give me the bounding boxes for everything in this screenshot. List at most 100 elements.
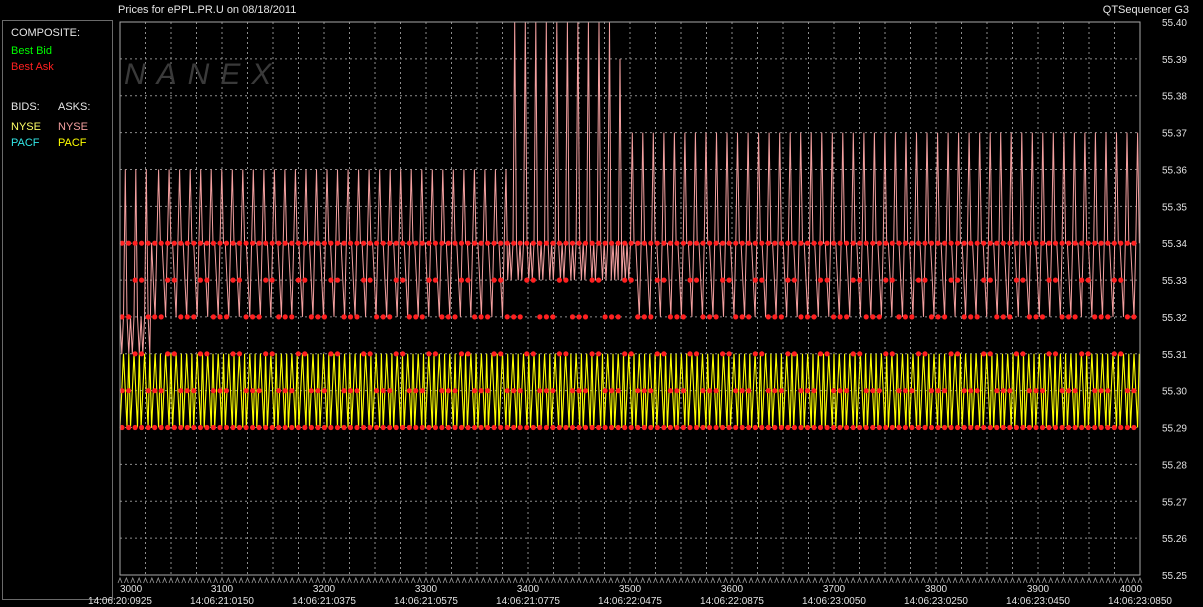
best-ask-point <box>556 424 563 431</box>
best-ask-point <box>863 388 869 394</box>
best-ask-point <box>432 240 438 246</box>
x-minor-tick <box>1022 576 1028 584</box>
price-chart[interactable]: NANEX 55.40 55.39 55.38 55.37 55.36 55.35 55.3… <box>0 0 1203 607</box>
best-ask-point <box>961 240 967 246</box>
best-ask-point <box>1026 388 1032 394</box>
best-ask-point <box>1092 314 1098 320</box>
best-ask-point <box>968 240 974 246</box>
best-ask-point <box>942 240 948 246</box>
best-ask-point <box>850 240 856 246</box>
x-minor-tick <box>1067 576 1073 584</box>
best-ask-point <box>126 240 132 246</box>
best-ask-point <box>596 424 602 431</box>
x-minor-tick <box>748 576 754 584</box>
x-minor-tick <box>487 576 493 584</box>
best-ask-point <box>804 388 811 394</box>
best-ask-point <box>733 240 739 246</box>
best-ask-point <box>472 388 478 394</box>
best-ask-point <box>413 314 419 320</box>
best-ask-point <box>922 424 928 431</box>
best-ask-point <box>511 314 517 320</box>
best-ask-point <box>1000 388 1006 394</box>
best-ask-point <box>850 277 856 283</box>
y-tick-label: 55.34 <box>1162 239 1187 250</box>
best-ask-point <box>569 314 576 320</box>
best-ask-point <box>752 424 758 431</box>
x-minor-tick <box>882 576 888 584</box>
best-ask-point <box>772 314 778 320</box>
best-ask-point <box>981 424 987 431</box>
x-tick-label: 4000 <box>1120 584 1143 595</box>
best-ask-point <box>269 424 275 431</box>
best-ask-point <box>785 277 791 283</box>
x-minor-tick <box>978 576 983 584</box>
best-ask-point <box>263 240 269 246</box>
best-ask-point <box>361 240 367 246</box>
best-ask-point <box>361 277 367 283</box>
x-minor-tick <box>347 576 352 584</box>
best-ask-point <box>367 277 373 283</box>
best-ask-point <box>1124 388 1130 394</box>
best-ask-point <box>439 388 445 394</box>
best-ask-point <box>302 424 308 431</box>
x-minor-tick <box>627 576 633 584</box>
best-ask-point <box>798 424 804 431</box>
best-ask-point <box>863 424 869 431</box>
best-ask-point <box>713 240 719 246</box>
best-ask-point <box>556 277 563 283</box>
best-ask-point <box>517 424 523 431</box>
best-ask-point <box>713 424 719 431</box>
best-ask-point <box>543 424 550 431</box>
best-ask-point <box>622 240 628 246</box>
x-minor-tick <box>608 576 614 584</box>
best-ask-point <box>485 240 491 246</box>
best-ask-point <box>295 424 301 431</box>
best-ask-point <box>707 240 713 246</box>
time-label: 14:06:21:0575 <box>394 596 458 607</box>
best-ask-point <box>328 351 334 357</box>
best-ask-point <box>419 424 425 431</box>
best-ask-point <box>909 314 915 320</box>
best-ask-point <box>831 424 837 431</box>
best-ask-point <box>504 240 510 246</box>
best-ask-point <box>543 314 550 320</box>
best-ask-point <box>700 240 706 246</box>
x-minor-tick <box>621 576 626 584</box>
best-ask-point <box>524 277 530 283</box>
best-ask-point <box>354 388 360 394</box>
best-ask-point <box>693 240 700 246</box>
best-ask-point <box>197 277 203 283</box>
best-ask-point <box>393 424 399 431</box>
best-ask-point <box>1000 240 1006 246</box>
best-ask-point <box>1072 240 1078 246</box>
best-ask-point <box>439 424 445 431</box>
best-ask-point <box>635 240 641 246</box>
time-label: 14:06:21:0375 <box>292 596 356 607</box>
x-minor-tick <box>187 576 193 584</box>
best-ask-point <box>556 240 563 246</box>
x-minor-tick <box>774 576 779 584</box>
best-ask-point <box>622 424 628 431</box>
best-ask-point <box>876 314 882 320</box>
x-minor-tick <box>455 576 461 584</box>
best-ask-point <box>210 240 216 246</box>
best-ask-point <box>759 424 765 431</box>
best-ask-point <box>974 424 980 431</box>
best-ask-point <box>171 424 177 431</box>
best-ask-point <box>321 314 327 320</box>
x-minor-tick <box>1035 576 1041 584</box>
best-ask-point <box>250 388 256 394</box>
best-ask-point <box>759 277 765 283</box>
best-ask-point <box>413 424 419 431</box>
best-ask-point <box>883 277 889 283</box>
best-ask-point <box>1066 240 1072 246</box>
x-tick-label: 3900 <box>1027 584 1050 595</box>
best-ask-point <box>641 424 647 431</box>
best-ask-point <box>432 424 438 431</box>
x-minor-tick <box>474 576 480 584</box>
best-ask-point <box>811 240 817 246</box>
best-ask-point <box>817 351 824 357</box>
x-minor-tick <box>1131 576 1137 584</box>
best-ask-point <box>361 351 367 357</box>
best-ask-point <box>452 388 458 394</box>
